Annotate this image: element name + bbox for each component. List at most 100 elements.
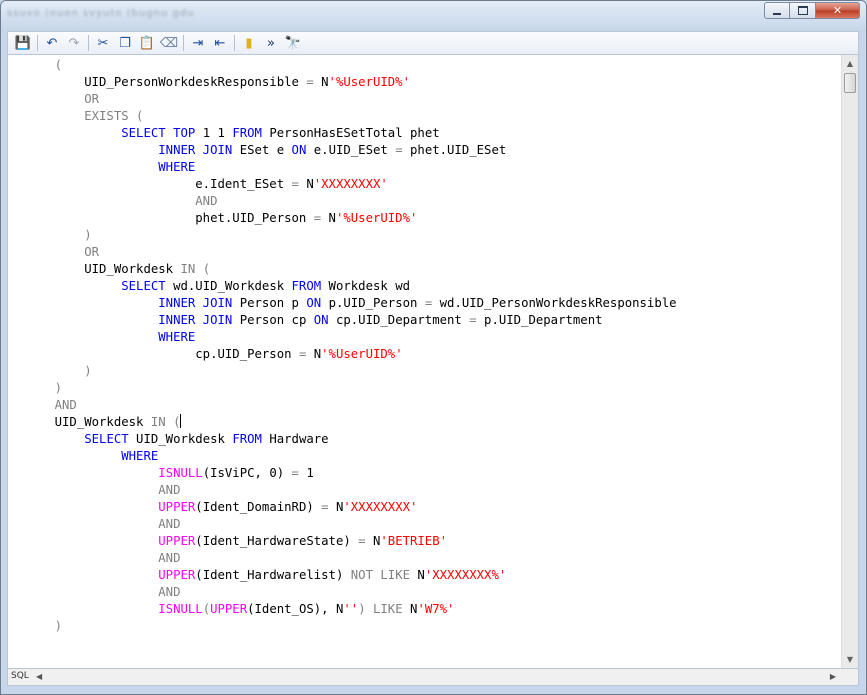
code-token: FROM — [232, 432, 262, 446]
scroll-left-icon[interactable]: ◀ — [36, 672, 42, 681]
code-line[interactable]: AND — [25, 482, 677, 499]
title-bar[interactable]: ssuvo (ouen svyuto (bugnu gdu ✕ — [1, 1, 866, 27]
code-token: N — [410, 568, 425, 582]
code-line[interactable]: UID_PersonWorkdeskResponsible = N'%UserU… — [25, 74, 677, 91]
code-line[interactable]: AND — [25, 397, 677, 414]
sql-code[interactable]: ( UID_PersonWorkdeskResponsible = N'%Use… — [25, 57, 677, 635]
minimize-button[interactable] — [764, 2, 790, 19]
code-line[interactable]: AND — [25, 550, 677, 567]
code-token: UID_Workdesk — [25, 262, 181, 276]
undo-icon[interactable]: ↶ — [41, 33, 63, 53]
code-line[interactable]: WHERE — [25, 159, 677, 176]
code-line[interactable]: ) — [25, 380, 677, 397]
code-line[interactable]: INNER JOIN Person p ON p.UID_Person = wd… — [25, 295, 677, 312]
code-token: 0 — [269, 466, 277, 480]
toolbar-separator — [37, 35, 38, 51]
code-line[interactable]: UPPER(Ident_HardwareState) = N'BETRIEB' — [25, 533, 677, 550]
code-line[interactable]: WHERE — [25, 448, 677, 465]
code-line[interactable]: UPPER(Ident_DomainRD) = N'XXXXXXXX' — [25, 499, 677, 516]
code-token: ) — [25, 364, 92, 378]
code-token: N — [306, 347, 322, 361]
code-line[interactable]: ISNULL(UPPER(Ident_OS), N'') LIKE N'W7%' — [25, 601, 677, 618]
code-token: WHERE — [121, 449, 159, 463]
save-icon[interactable]: 💾 — [12, 33, 34, 53]
goto-icon[interactable]: » — [260, 33, 282, 53]
code-line[interactable]: AND — [25, 516, 677, 533]
code-token: NOT LIKE — [350, 568, 411, 582]
copy-icon[interactable]: ❐ — [114, 33, 136, 53]
scroll-down-icon[interactable]: ▼ — [842, 651, 858, 668]
code-line[interactable]: OR — [25, 91, 677, 108]
code-line[interactable]: phet.UID_Person = N'%UserUID%' — [25, 210, 677, 227]
scrollbar-thumb[interactable] — [844, 73, 856, 93]
maximize-button[interactable] — [790, 2, 816, 19]
code-token: = — [395, 143, 403, 157]
code-line[interactable]: SELECT TOP 1 1 FROM PersonHasESetTotal p… — [25, 125, 677, 142]
code-line[interactable]: INNER JOIN ESet e ON e.UID_ESet = phet.U… — [25, 142, 677, 159]
code-token: e.UID_ESet — [306, 143, 396, 157]
code-token: 1 1 — [195, 126, 233, 140]
code-token: IN ( — [150, 415, 181, 429]
code-line[interactable]: SELECT wd.UID_Workdesk FROM Workdesk wd — [25, 278, 677, 295]
code-token: wd.UID_PersonWorkdeskResponsible — [432, 296, 677, 310]
toolbar-separator — [88, 35, 89, 51]
vertical-scrollbar[interactable]: ▲ ▼ — [841, 55, 858, 668]
indent-icon[interactable]: ⇥ — [187, 33, 209, 53]
code-editor[interactable]: ( UID_PersonWorkdeskResponsible = N'%Use… — [7, 55, 859, 668]
cut-icon[interactable]: ✂ — [92, 33, 114, 53]
code-token: e.Ident_ESet — [25, 177, 292, 191]
code-line[interactable]: WHERE — [25, 329, 677, 346]
code-line[interactable]: EXISTS ( — [25, 108, 677, 125]
code-token: N — [313, 75, 329, 89]
code-line[interactable]: INNER JOIN Person cp ON cp.UID_Departmen… — [25, 312, 677, 329]
code-line[interactable]: ) — [25, 363, 677, 380]
code-line[interactable]: OR — [25, 244, 677, 261]
clear-icon[interactable]: ⌫ — [158, 33, 180, 53]
minimize-icon — [773, 12, 781, 15]
code-token: p.UID_Department — [476, 313, 603, 327]
code-token: N — [328, 500, 344, 514]
code-line[interactable]: AND — [25, 193, 677, 210]
code-token: UPPER — [158, 534, 196, 548]
code-line[interactable]: ( — [25, 57, 677, 74]
code-token: AND — [25, 194, 218, 208]
close-button[interactable]: ✕ — [816, 2, 860, 19]
code-line[interactable]: cp.UID_Person = N'%UserUID%' — [25, 346, 677, 363]
close-icon: ✕ — [832, 4, 843, 17]
code-token: 'W7%' — [417, 602, 455, 616]
code-line[interactable]: UPPER(Ident_Hardwarelist) NOT LIKE N'XXX… — [25, 567, 677, 584]
code-token: ( — [25, 58, 63, 72]
code-token: FROM — [232, 126, 262, 140]
code-token: ) — [276, 466, 292, 480]
code-line[interactable]: AND — [25, 584, 677, 601]
code-token: UPPER — [158, 568, 196, 582]
code-token: WHERE — [158, 160, 196, 174]
code-line[interactable]: ) — [25, 618, 677, 635]
outdent-icon[interactable]: ⇤ — [209, 33, 231, 53]
find-icon[interactable]: 🔭 — [282, 33, 304, 53]
code-token: 1 — [298, 466, 314, 480]
code-line[interactable]: UID_Workdesk IN ( — [25, 261, 677, 278]
code-token: (Ident_DomainRD) — [195, 500, 322, 514]
scroll-right-icon[interactable]: ▶ — [830, 672, 836, 681]
code-token: '%UserUID%' — [335, 211, 418, 225]
code-token: N — [365, 534, 381, 548]
code-line[interactable]: e.Ident_ESet = N'XXXXXXXX' — [25, 176, 677, 193]
code-line[interactable]: ISNULL(IsViPC, 0) = 1 — [25, 465, 677, 482]
code-token: UPPER — [158, 500, 196, 514]
scroll-up-icon[interactable]: ▲ — [842, 55, 858, 72]
paste-icon[interactable]: 📋 — [136, 33, 158, 53]
code-token: AND — [25, 517, 181, 531]
redo-icon[interactable]: ↷ — [63, 33, 85, 53]
code-line[interactable]: SELECT UID_Workdesk FROM Hardware — [25, 431, 677, 448]
code-line[interactable]: UID_Workdesk IN ( — [25, 414, 677, 431]
code-line[interactable]: ) — [25, 227, 677, 244]
code-token: WHERE — [158, 330, 196, 344]
ruler-icon[interactable]: ▮ — [238, 33, 260, 53]
code-token: = — [306, 75, 314, 89]
